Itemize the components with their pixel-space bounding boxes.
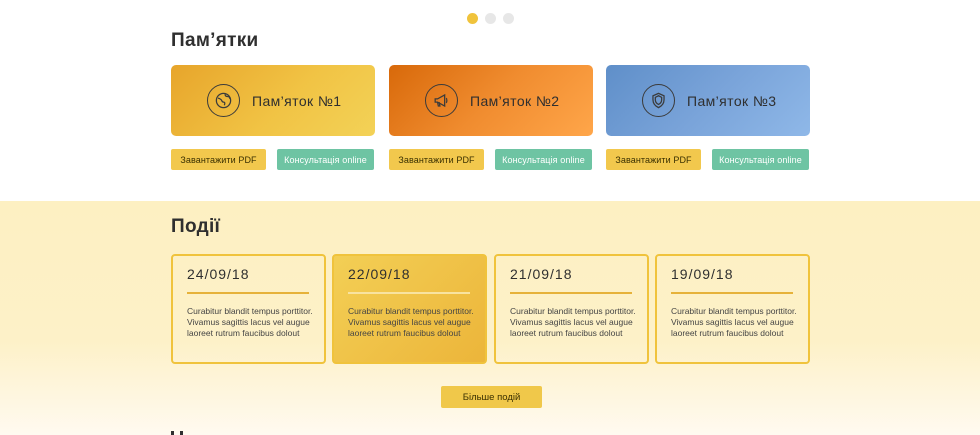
event-card-3[interactable]: 21/09/18 Curabitur blandit tempus portti… — [494, 254, 649, 364]
consultation-button-3[interactable]: Консультація online — [712, 149, 809, 170]
event-card-1[interactable]: 24/09/18 Curabitur blandit tempus portti… — [171, 254, 326, 364]
carousel-dots — [467, 13, 514, 24]
more-events-button[interactable]: Більше подій — [441, 386, 542, 408]
event-date: 24/09/18 — [187, 266, 250, 282]
download-pdf-button-2[interactable]: Завантажити PDF — [389, 149, 484, 170]
event-description: Curabitur blandit tempus porttitor. Viva… — [348, 306, 474, 338]
memo-card-1[interactable]: Пам’яток №1 — [171, 65, 375, 136]
events-section-title: Події — [171, 216, 221, 237]
consultation-button-1[interactable]: Консультація online — [277, 149, 374, 170]
divider — [671, 292, 793, 294]
memo-card-2[interactable]: Пам’яток №2 — [389, 65, 593, 136]
event-card-2[interactable]: 22/09/18 Curabitur blandit tempus portti… — [332, 254, 487, 364]
consultation-button-2[interactable]: Консультація online — [495, 149, 592, 170]
shield-icon — [642, 84, 675, 117]
carousel-dot-2[interactable] — [485, 13, 496, 24]
memo-title: Пам’яток №1 — [252, 92, 342, 109]
event-date: 21/09/18 — [510, 266, 573, 282]
event-description: Curabitur blandit tempus porttitor. Viva… — [187, 306, 313, 338]
megaphone-icon — [425, 84, 458, 117]
carousel-dot-1[interactable] — [467, 13, 478, 24]
event-date: 22/09/18 — [348, 266, 411, 282]
event-description: Curabitur blandit tempus porttitor. Viva… — [510, 306, 636, 338]
memo-card-3[interactable]: Пам’яток №3 — [606, 65, 810, 136]
divider — [510, 292, 632, 294]
download-pdf-button-3[interactable]: Завантажити PDF — [606, 149, 701, 170]
globe-icon — [207, 84, 240, 117]
memo-title: Пам’яток №2 — [470, 92, 560, 109]
next-section-title-partial — [171, 426, 189, 435]
download-pdf-button-1[interactable]: Завантажити PDF — [171, 149, 266, 170]
carousel-dot-3[interactable] — [503, 13, 514, 24]
event-date: 19/09/18 — [671, 266, 734, 282]
memo-title: Пам’яток №3 — [687, 92, 777, 109]
divider — [348, 292, 470, 294]
memos-section-title: Пам’ятки — [171, 30, 259, 51]
divider — [187, 292, 309, 294]
event-card-4[interactable]: 19/09/18 Curabitur blandit tempus portti… — [655, 254, 810, 364]
event-description: Curabitur blandit tempus porttitor. Viva… — [671, 306, 797, 338]
